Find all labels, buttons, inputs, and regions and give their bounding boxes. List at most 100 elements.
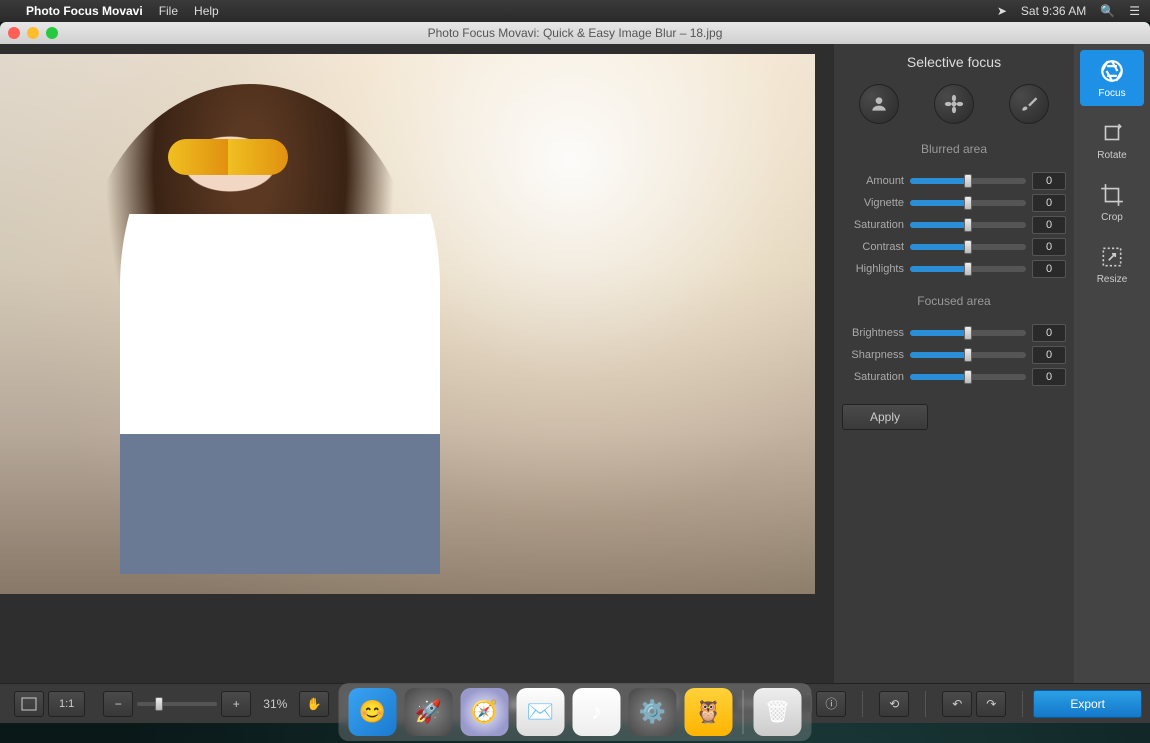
- redo-button[interactable]: ↷: [976, 691, 1006, 717]
- dock-app-music[interactable]: ♪: [573, 688, 621, 736]
- apply-button[interactable]: Apply: [842, 404, 928, 430]
- blurred-label-vignette: Vignette: [842, 197, 904, 209]
- blurred-label-contrast: Contrast: [842, 241, 904, 253]
- focused-label-saturation: Saturation: [842, 371, 904, 383]
- zoom-in-icon: +: [233, 697, 240, 711]
- brush-icon: [1019, 94, 1039, 114]
- tool-resize[interactable]: Resize: [1080, 236, 1144, 292]
- dock-app-settings[interactable]: ⚙️: [629, 688, 677, 736]
- macos-dock: 😊 🚀 🧭 ✉️ ♪ ⚙️ 🦉 🗑: [339, 683, 812, 741]
- export-button[interactable]: Export: [1033, 690, 1142, 718]
- window-close-button[interactable]: [8, 27, 20, 39]
- tool-strip: Focus Rotate Crop Resize: [1074, 44, 1150, 683]
- blurred-value-highlights[interactable]: 0: [1032, 260, 1066, 278]
- mode-portrait-button[interactable]: [859, 84, 899, 124]
- revert-icon: ⟲: [889, 697, 899, 711]
- photo-canvas[interactable]: [0, 54, 815, 594]
- window-zoom-button[interactable]: [46, 27, 58, 39]
- mode-macro-button[interactable]: [934, 84, 974, 124]
- info-button[interactable]: ⓘ: [816, 691, 846, 717]
- fit-screen-button[interactable]: [14, 691, 44, 717]
- dock-app-launchpad[interactable]: 🚀: [405, 688, 453, 736]
- zoom-in-button[interactable]: +: [221, 691, 251, 717]
- blurred-row-saturation: Saturation 0: [842, 216, 1066, 234]
- dock-divider: [743, 690, 744, 734]
- blurred-row-contrast: Contrast 0: [842, 238, 1066, 256]
- tool-crop[interactable]: Crop: [1080, 174, 1144, 230]
- focused-value-sharpness[interactable]: 0: [1032, 346, 1066, 364]
- window-titlebar[interactable]: Photo Focus Movavi: Quick & Easy Image B…: [0, 22, 1150, 44]
- redo-icon: ↷: [986, 697, 996, 711]
- blurred-label-amount: Amount: [842, 175, 904, 187]
- focused-row-brightness: Brightness0: [842, 324, 1066, 342]
- mode-brush-button[interactable]: [1009, 84, 1049, 124]
- blurred-slider-contrast[interactable]: [910, 244, 1026, 250]
- undo-icon: ↶: [952, 697, 962, 711]
- tool-rotate-label: Rotate: [1097, 150, 1126, 161]
- tool-rotate[interactable]: Rotate: [1080, 112, 1144, 168]
- actual-size-button[interactable]: 1:1: [48, 691, 85, 717]
- window-title: Photo Focus Movavi: Quick & Easy Image B…: [0, 26, 1150, 40]
- aperture-icon: [1099, 58, 1125, 84]
- macos-menubar: Photo Focus Movavi File Help ➤ Sat 9:36 …: [0, 0, 1150, 22]
- dock-trash[interactable]: 🗑: [754, 688, 802, 736]
- zoom-slider[interactable]: [137, 702, 217, 706]
- zoom-percentage: 31%: [255, 697, 295, 711]
- window-minimize-button[interactable]: [27, 27, 39, 39]
- blurred-slider-vignette[interactable]: [910, 200, 1026, 206]
- blurred-value-saturation[interactable]: 0: [1032, 216, 1066, 234]
- menubar-item-help[interactable]: Help: [194, 4, 219, 18]
- app-window: Photo Focus Movavi: Quick & Easy Image B…: [0, 22, 1150, 723]
- blurred-slider-amount[interactable]: [910, 178, 1026, 184]
- tool-focus-label: Focus: [1098, 88, 1125, 99]
- focused-value-saturation[interactable]: 0: [1032, 368, 1066, 386]
- crop-icon: [1099, 182, 1125, 208]
- focused-row-sharpness: Sharpness 0: [842, 346, 1066, 364]
- person-icon: [869, 94, 889, 114]
- section-focused-heading: Focused area: [842, 294, 1066, 308]
- dock-app-safari[interactable]: 🧭: [461, 688, 509, 736]
- undo-button[interactable]: ↶: [942, 691, 972, 717]
- menu-list-icon[interactable]: ☰: [1129, 4, 1140, 18]
- blurred-label-highlights: Highlights: [842, 263, 904, 275]
- blurred-label-saturation: Saturation: [842, 219, 904, 231]
- flower-icon: [944, 94, 964, 114]
- zoom-out-icon: −: [115, 697, 122, 711]
- focused-slider-saturation[interactable]: [910, 374, 1026, 380]
- undo-all-button[interactable]: ⟲: [879, 691, 909, 717]
- blurred-row-vignette: Vignette 0: [842, 194, 1066, 212]
- section-blurred-heading: Blurred area: [842, 142, 1066, 156]
- focused-row-saturation: Saturation 0: [842, 368, 1066, 386]
- blurred-value-contrast[interactable]: 0: [1032, 238, 1066, 256]
- tool-resize-label: Resize: [1097, 274, 1128, 285]
- menubar-clock[interactable]: Sat 9:36 AM: [1021, 4, 1086, 18]
- focused-value-brightness[interactable]: 0: [1032, 324, 1066, 342]
- dock-app-finder[interactable]: 😊: [349, 688, 397, 736]
- tool-focus[interactable]: Focus: [1080, 50, 1144, 106]
- rotate-icon: [1099, 120, 1125, 146]
- spotlight-icon[interactable]: 🔍: [1100, 4, 1115, 18]
- hand-icon: ✋: [307, 697, 322, 711]
- blurred-slider-saturation[interactable]: [910, 222, 1026, 228]
- blurred-value-amount[interactable]: 0: [1032, 172, 1066, 190]
- blurred-value-vignette[interactable]: 0: [1032, 194, 1066, 212]
- resize-icon: [1099, 244, 1125, 270]
- focused-slider-sharpness[interactable]: [910, 352, 1026, 358]
- focused-slider-brightness[interactable]: [910, 330, 1026, 336]
- fit-icon: [21, 697, 37, 711]
- right-panel: Selective focus Blurred area Amount0Vign…: [834, 44, 1074, 683]
- menubar-app-name[interactable]: Photo Focus Movavi: [26, 4, 143, 18]
- zoom-out-button[interactable]: −: [103, 691, 133, 717]
- canvas-area[interactable]: [0, 44, 834, 683]
- blurred-row-highlights: Highlights 0: [842, 260, 1066, 278]
- pan-hand-button[interactable]: ✋: [299, 691, 329, 717]
- dock-app-mail[interactable]: ✉️: [517, 688, 565, 736]
- blurred-row-amount: Amount 0: [842, 172, 1066, 190]
- info-icon: ⓘ: [825, 695, 837, 712]
- dock-app-owl[interactable]: 🦉: [685, 688, 733, 736]
- panel-title: Selective focus: [842, 54, 1066, 70]
- menubar-item-file[interactable]: File: [159, 4, 178, 18]
- location-icon[interactable]: ➤: [997, 4, 1007, 18]
- focused-label-sharpness: Sharpness: [842, 349, 904, 361]
- blurred-slider-highlights[interactable]: [910, 266, 1026, 272]
